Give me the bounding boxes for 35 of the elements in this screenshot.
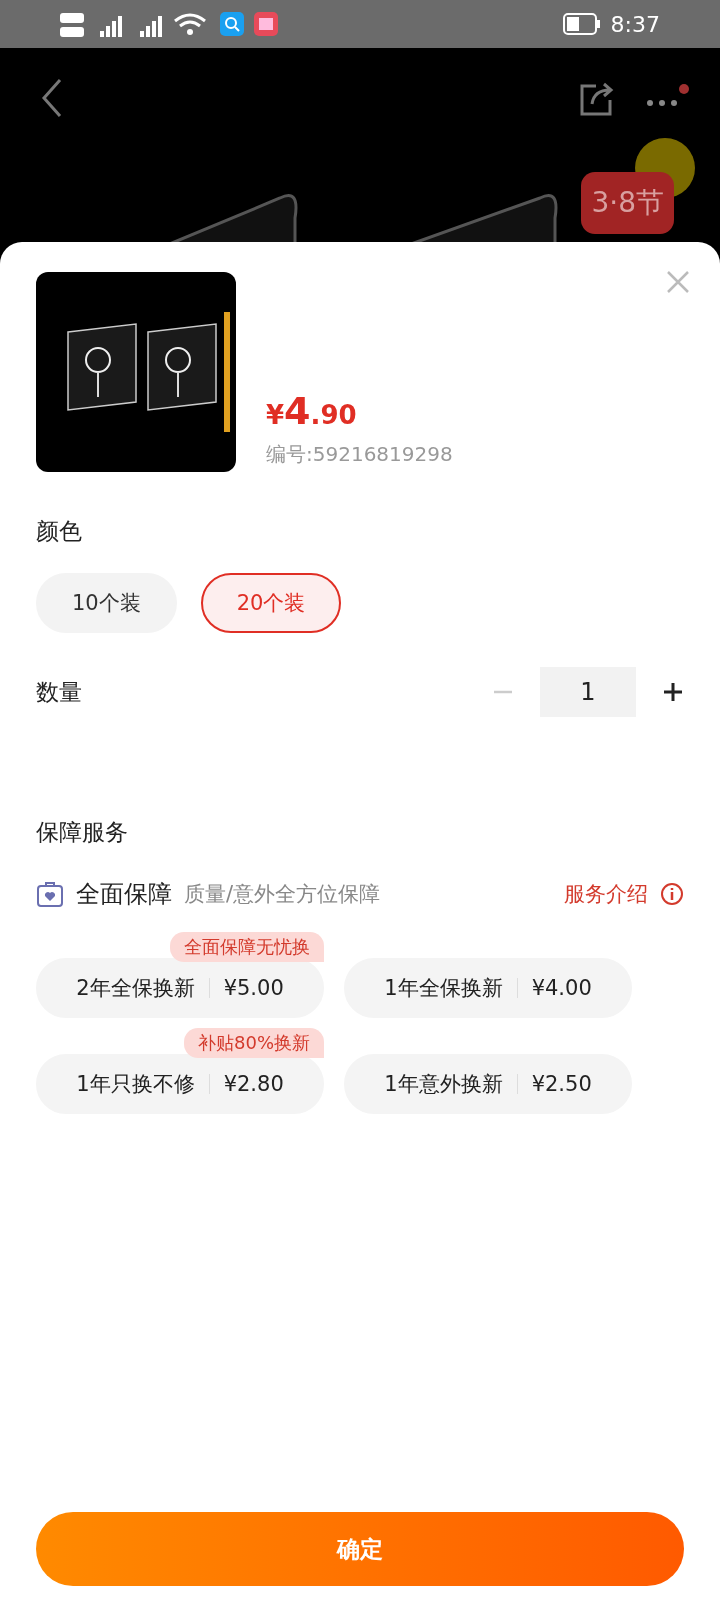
- section-title: 颜色: [36, 517, 83, 546]
- battery-icon: [562, 13, 601, 35]
- option-chip[interactable]: 20个装: [200, 573, 342, 633]
- shield-bag-icon: [36, 880, 64, 908]
- service-option[interactable]: 1年全保换新 ¥4.00: [344, 958, 632, 1018]
- plus-icon[interactable]: [662, 681, 684, 703]
- plan-description: 质量/意外全方位保障: [184, 881, 382, 908]
- option-price: ¥2.80: [223, 1072, 284, 1096]
- book-icon: [254, 12, 278, 36]
- service-option[interactable]: 1年只换不修 ¥2.80: [36, 1054, 324, 1114]
- section-title: 保障服务: [36, 818, 129, 847]
- option-price: ¥4.00: [531, 976, 592, 1000]
- plan-name: 全面保障: [76, 879, 172, 910]
- status-time: 8:37: [610, 11, 660, 37]
- service-intro-link[interactable]: 服务介绍: [564, 880, 648, 908]
- quantity-field[interactable]: 1: [540, 667, 636, 717]
- back-icon[interactable]: [40, 78, 64, 118]
- section-title: 数量: [36, 677, 82, 707]
- option-price: ¥2.50: [531, 1072, 592, 1096]
- festival-badge: 3·8节: [581, 172, 674, 234]
- promo-tag: 补贴80%换新: [184, 1028, 324, 1058]
- search-icon: [220, 12, 244, 36]
- service-option[interactable]: 2年全保换新 ¥5.00: [36, 958, 324, 1018]
- option-label: 1年意外换新: [384, 1071, 503, 1098]
- option-label: 1年全保换新: [384, 975, 503, 1002]
- price: ¥4.90: [266, 389, 358, 433]
- info-icon[interactable]: [660, 882, 684, 906]
- service-option[interactable]: 1年意外换新 ¥2.50: [344, 1054, 632, 1114]
- product-code: 编号:59216819298: [266, 441, 453, 468]
- option-price: ¥5.00: [223, 976, 284, 1000]
- share-icon[interactable]: [578, 80, 614, 116]
- option-label: 2年全保换新: [76, 975, 195, 1002]
- option-chip[interactable]: 10个装: [36, 573, 177, 633]
- option-label: 1年只换不修: [76, 1071, 195, 1098]
- promo-tag: 全面保障无忧换: [170, 932, 324, 962]
